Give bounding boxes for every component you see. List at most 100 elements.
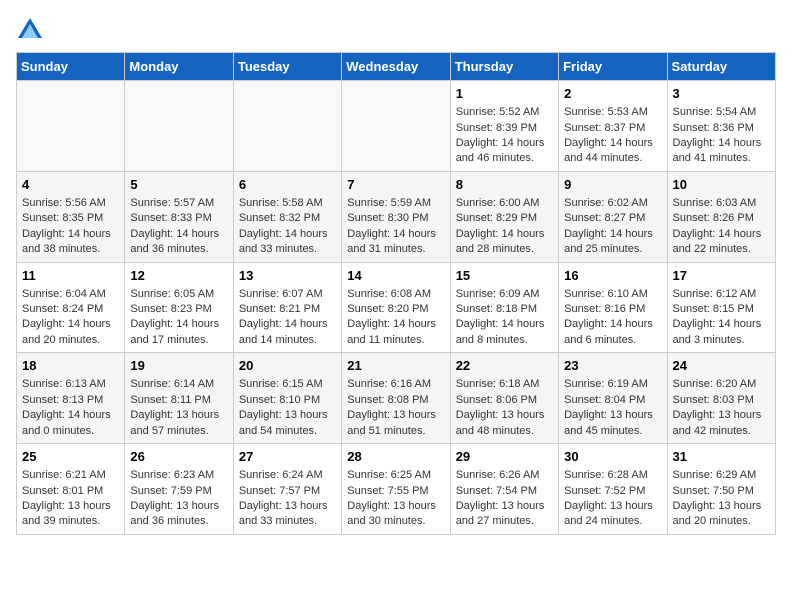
day-number: 12 (130, 267, 227, 285)
day-info: Sunrise: 6:08 AM Sunset: 8:20 PM Dayligh… (347, 287, 444, 349)
day-info: Sunrise: 6:09 AM Sunset: 8:18 PM Dayligh… (456, 287, 553, 349)
day-header-thursday: Thursday (450, 53, 558, 81)
day-info: Sunrise: 6:15 AM Sunset: 8:10 PM Dayligh… (239, 377, 336, 439)
day-info: Sunrise: 6:13 AM Sunset: 8:13 PM Dayligh… (22, 377, 119, 439)
day-number: 24 (673, 357, 770, 375)
day-info: Sunrise: 6:05 AM Sunset: 8:23 PM Dayligh… (130, 287, 227, 349)
calendar-week-5: 25 Sunrise: 6:21 AM Sunset: 8:01 PM Dayli… (17, 444, 776, 535)
calendar-header: SundayMondayTuesdayWednesdayThursdayFrid… (17, 53, 776, 81)
calendar-body: 1 Sunrise: 5:52 AM Sunset: 8:39 PM Daylig… (17, 81, 776, 535)
calendar-cell: 11 Sunrise: 6:04 AM Sunset: 8:24 PM Dayli… (17, 262, 125, 353)
calendar-cell: 4 Sunrise: 5:56 AM Sunset: 8:35 PM Daylig… (17, 171, 125, 262)
day-number: 28 (347, 448, 444, 466)
day-header-sunday: Sunday (17, 53, 125, 81)
day-number: 15 (456, 267, 553, 285)
calendar-cell: 24 Sunrise: 6:20 AM Sunset: 8:03 PM Dayli… (667, 353, 775, 444)
day-info: Sunrise: 5:52 AM Sunset: 8:39 PM Dayligh… (456, 105, 553, 167)
day-info: Sunrise: 6:10 AM Sunset: 8:16 PM Dayligh… (564, 287, 661, 349)
day-info: Sunrise: 5:58 AM Sunset: 8:32 PM Dayligh… (239, 196, 336, 258)
calendar-cell: 13Sunrise: 6:07 AM Sunset: 8:21 PM Dayli… (233, 262, 341, 353)
day-headers-row: SundayMondayTuesdayWednesdayThursdayFrid… (17, 53, 776, 81)
day-number: 29 (456, 448, 553, 466)
day-info: Sunrise: 6:02 AM Sunset: 8:27 PM Dayligh… (564, 196, 661, 258)
calendar-cell: 18 Sunrise: 6:13 AM Sunset: 8:13 PM Dayli… (17, 353, 125, 444)
calendar-cell: 8 Sunrise: 6:00 AM Sunset: 8:29 PM Daylig… (450, 171, 558, 262)
day-info: Sunrise: 6:03 AM Sunset: 8:26 PM Dayligh… (673, 196, 770, 258)
calendar-cell: 10 Sunrise: 6:03 AM Sunset: 8:26 PM Dayli… (667, 171, 775, 262)
day-number: 16 (564, 267, 661, 285)
calendar-cell: 9 Sunrise: 6:02 AM Sunset: 8:27 PM Daylig… (559, 171, 667, 262)
day-number: 6 (239, 176, 336, 194)
day-info: Sunrise: 6:04 AM Sunset: 8:24 PM Dayligh… (22, 287, 119, 349)
calendar-cell: 5Sunrise: 5:57 AM Sunset: 8:33 PM Daylig… (125, 171, 233, 262)
calendar-cell: 28 Sunrise: 6:25 AM Sunset: 7:55 PM Dayli… (342, 444, 450, 535)
calendar-cell: 27 Sunrise: 6:24 AM Sunset: 7:57 PM Dayli… (233, 444, 341, 535)
day-header-tuesday: Tuesday (233, 53, 341, 81)
calendar-cell: 26 Sunrise: 6:23 AM Sunset: 7:59 PM Dayli… (125, 444, 233, 535)
day-info: Sunrise: 6:29 AM Sunset: 7:50 PM Dayligh… (673, 468, 770, 530)
calendar-cell: 19 Sunrise: 6:14 AM Sunset: 8:11 PM Dayli… (125, 353, 233, 444)
day-info: Sunrise: 5:59 AM Sunset: 8:30 PM Dayligh… (347, 196, 444, 258)
day-number: 19 (130, 357, 227, 375)
day-info: Sunrise: 5:53 AM Sunset: 8:37 PM Dayligh… (564, 105, 661, 167)
calendar-week-1: 1 Sunrise: 5:52 AM Sunset: 8:39 PM Daylig… (17, 81, 776, 172)
day-info: Sunrise: 6:18 AM Sunset: 8:06 PM Dayligh… (456, 377, 553, 439)
day-info: Sunrise: 6:28 AM Sunset: 7:52 PM Dayligh… (564, 468, 661, 530)
day-info: Sunrise: 6:19 AM Sunset: 8:04 PM Dayligh… (564, 377, 661, 439)
day-number: 22 (456, 357, 553, 375)
day-number: 21 (347, 357, 444, 375)
calendar-cell: 2 Sunrise: 5:53 AM Sunset: 8:37 PM Daylig… (559, 81, 667, 172)
day-number: 10 (673, 176, 770, 194)
day-number: 7 (347, 176, 444, 194)
calendar-cell: 20 Sunrise: 6:15 AM Sunset: 8:10 PM Dayli… (233, 353, 341, 444)
day-info: Sunrise: 6:26 AM Sunset: 7:54 PM Dayligh… (456, 468, 553, 530)
page-header (16, 16, 776, 44)
calendar-cell: 6 Sunrise: 5:58 AM Sunset: 8:32 PM Daylig… (233, 171, 341, 262)
day-number: 3 (673, 85, 770, 103)
calendar-cell: 30Sunrise: 6:28 AM Sunset: 7:52 PM Dayli… (559, 444, 667, 535)
calendar-cell: 29 Sunrise: 6:26 AM Sunset: 7:54 PM Dayli… (450, 444, 558, 535)
calendar-cell (125, 81, 233, 172)
day-info: Sunrise: 5:54 AM Sunset: 8:36 PM Dayligh… (673, 105, 770, 167)
day-info: Sunrise: 6:23 AM Sunset: 7:59 PM Dayligh… (130, 468, 227, 530)
day-info: Sunrise: 6:20 AM Sunset: 8:03 PM Dayligh… (673, 377, 770, 439)
day-number: 26 (130, 448, 227, 466)
day-header-saturday: Saturday (667, 53, 775, 81)
day-number: 20 (239, 357, 336, 375)
day-info: Sunrise: 6:21 AM Sunset: 8:01 PM Dayligh… (22, 468, 119, 530)
logo-icon (16, 16, 44, 44)
calendar-cell: 12 Sunrise: 6:05 AM Sunset: 8:23 PM Dayli… (125, 262, 233, 353)
day-number: 11 (22, 267, 119, 285)
day-info: Sunrise: 6:25 AM Sunset: 7:55 PM Dayligh… (347, 468, 444, 530)
day-number: 13 (239, 267, 336, 285)
day-info: Sunrise: 6:14 AM Sunset: 8:11 PM Dayligh… (130, 377, 227, 439)
day-number: 14 (347, 267, 444, 285)
day-number: 17 (673, 267, 770, 285)
calendar-cell: 21 Sunrise: 6:16 AM Sunset: 8:08 PM Dayli… (342, 353, 450, 444)
day-number: 2 (564, 85, 661, 103)
day-number: 9 (564, 176, 661, 194)
calendar-cell (233, 81, 341, 172)
calendar-cell: 17 Sunrise: 6:12 AM Sunset: 8:15 PM Dayli… (667, 262, 775, 353)
day-number: 5 (130, 176, 227, 194)
day-header-monday: Monday (125, 53, 233, 81)
day-info: Sunrise: 5:56 AM Sunset: 8:35 PM Dayligh… (22, 196, 119, 258)
calendar-week-4: 18 Sunrise: 6:13 AM Sunset: 8:13 PM Dayli… (17, 353, 776, 444)
calendar: SundayMondayTuesdayWednesdayThursdayFrid… (16, 52, 776, 535)
day-number: 25 (22, 448, 119, 466)
day-info: Sunrise: 6:12 AM Sunset: 8:15 PM Dayligh… (673, 287, 770, 349)
calendar-cell: 31Sunrise: 6:29 AM Sunset: 7:50 PM Dayli… (667, 444, 775, 535)
day-number: 4 (22, 176, 119, 194)
day-info: Sunrise: 6:16 AM Sunset: 8:08 PM Dayligh… (347, 377, 444, 439)
day-number: 1 (456, 85, 553, 103)
calendar-cell: 25 Sunrise: 6:21 AM Sunset: 8:01 PM Dayli… (17, 444, 125, 535)
day-number: 18 (22, 357, 119, 375)
day-number: 27 (239, 448, 336, 466)
day-number: 8 (456, 176, 553, 194)
day-info: Sunrise: 6:24 AM Sunset: 7:57 PM Dayligh… (239, 468, 336, 530)
calendar-week-2: 4 Sunrise: 5:56 AM Sunset: 8:35 PM Daylig… (17, 171, 776, 262)
day-info: Sunrise: 6:00 AM Sunset: 8:29 PM Dayligh… (456, 196, 553, 258)
day-number: 23 (564, 357, 661, 375)
logo (16, 16, 48, 44)
calendar-cell (17, 81, 125, 172)
